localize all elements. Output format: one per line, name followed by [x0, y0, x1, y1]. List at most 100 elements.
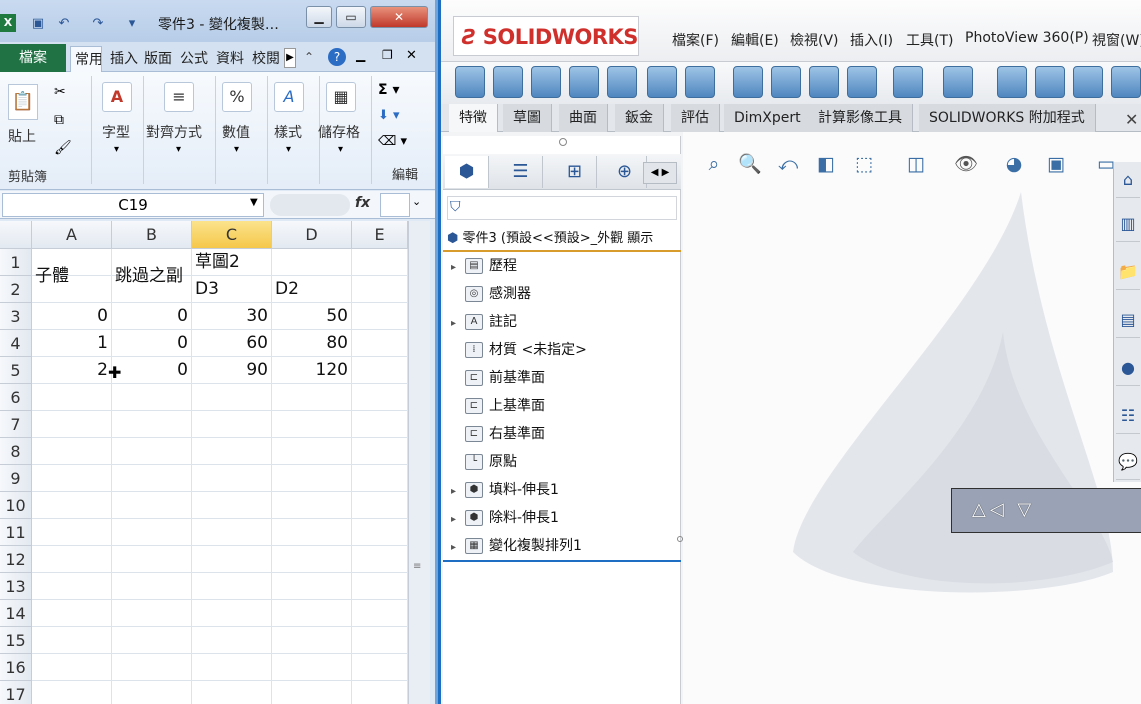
view-palette-icon[interactable]: ▤ [1116, 302, 1140, 338]
tab-scroll-icon[interactable]: ◀ ▶ [643, 162, 677, 184]
configuration-manager-tab-icon[interactable]: ⊞ [553, 156, 597, 188]
tree-filter-input[interactable]: ⛉ [447, 196, 677, 220]
cell-a5[interactable]: 2 [32, 357, 112, 384]
grid-cell[interactable] [352, 276, 408, 303]
rollback-bar[interactable] [443, 560, 681, 562]
hole-wizard-icon[interactable] [685, 66, 715, 98]
close-button[interactable]: ✕ [370, 6, 428, 28]
grid-cell[interactable] [112, 519, 192, 546]
grid-cell[interactable] [192, 438, 272, 465]
tree-item[interactable]: └ 原點 [451, 448, 679, 476]
grid-cell[interactable] [352, 627, 408, 654]
grid-cell[interactable] [32, 465, 112, 492]
fill-icon[interactable]: ⬇ ▾ [378, 108, 400, 123]
zoom-to-fit-icon[interactable]: ⌕ [701, 150, 727, 178]
chevron-down-icon[interactable]: ▾ [114, 144, 119, 155]
formula-expand-icon[interactable]: ⌄ [412, 195, 421, 208]
grid-cell[interactable] [272, 546, 352, 573]
grid-cell[interactable] [272, 249, 352, 276]
grid-cell[interactable] [352, 465, 408, 492]
chevron-down-icon[interactable]: ▾ [234, 144, 239, 155]
apply-scene-icon[interactable]: ▣ [1043, 150, 1069, 178]
view-orientation-icon[interactable]: ⬚ [851, 150, 877, 178]
grid-cell[interactable] [112, 384, 192, 411]
previous-view-icon[interactable]: ⤺ [775, 150, 801, 178]
row-header-10[interactable]: 10 [0, 492, 32, 519]
maximize-button[interactable]: ▭ [336, 6, 366, 28]
grid-cell[interactable] [352, 330, 408, 357]
tab-calc-image-tools[interactable]: 計算影像工具 [808, 104, 913, 132]
draft-icon[interactable] [1035, 66, 1065, 98]
grid-cell[interactable] [192, 411, 272, 438]
alignment-label[interactable]: 對齊方式 [146, 122, 202, 142]
font-color-icon[interactable]: A [102, 82, 132, 112]
grid-cell[interactable] [352, 546, 408, 573]
grid-cell[interactable] [112, 600, 192, 627]
grid-cell[interactable] [112, 654, 192, 681]
select-all-corner[interactable] [0, 221, 32, 249]
grid-cell[interactable] [272, 411, 352, 438]
row-header-14[interactable]: 14 [0, 600, 32, 627]
row-header-1[interactable]: 1 [0, 249, 32, 276]
grid-cell[interactable] [32, 411, 112, 438]
doc-restore-icon[interactable]: ❐ [382, 48, 393, 62]
cell-d2[interactable]: D2 [272, 276, 352, 303]
tab-file[interactable]: 檔案 [0, 44, 66, 72]
grid-cell[interactable] [32, 600, 112, 627]
row-header-8[interactable]: 8 [0, 438, 32, 465]
grid-cell[interactable] [272, 654, 352, 681]
linear-pattern-icon[interactable] [943, 66, 973, 98]
cell-b1[interactable]: 跳過之副 [112, 249, 192, 303]
grid-cell[interactable] [192, 627, 272, 654]
grid-cell[interactable] [112, 546, 192, 573]
column-header-a[interactable]: A [32, 221, 112, 249]
rib-icon[interactable] [997, 66, 1027, 98]
feature-tree-tab-icon[interactable]: ⬢ [445, 156, 489, 188]
tab-surfaces[interactable]: 曲面 [559, 104, 608, 132]
column-header-c[interactable]: C [192, 221, 272, 249]
cell-b3[interactable]: 0 [112, 303, 192, 330]
tree-item[interactable]: ⊏ 上基準面 [451, 392, 679, 420]
edit-appearance-icon[interactable]: ◕ [1001, 150, 1027, 178]
grid-cell[interactable] [32, 627, 112, 654]
tab-evaluate[interactable]: 評估 [671, 104, 720, 132]
grid-cell[interactable] [32, 384, 112, 411]
row-header-15[interactable]: 15 [0, 627, 32, 654]
graphics-area[interactable]: ⌕ 🔍 ⤺ ◧ ⬚ ◫ 👁 ◕ ▣ ▭ △◁ ▽ [683, 132, 1141, 704]
grid-cell[interactable] [32, 546, 112, 573]
tree-item[interactable]: ▸ ▦ 變化複製排列1 [451, 532, 679, 560]
grid-cell[interactable] [272, 627, 352, 654]
name-box-dropdown-icon[interactable]: ▼ [250, 197, 258, 208]
insert-function-icon[interactable]: fx [355, 195, 370, 211]
cell-b5[interactable]: 0 [112, 357, 192, 384]
cell-c1[interactable]: 草圖2 [192, 249, 272, 276]
grid-cell[interactable] [352, 573, 408, 600]
grid-cell[interactable] [272, 384, 352, 411]
cell-c3[interactable]: 30 [192, 303, 272, 330]
revolved-cut-icon[interactable] [733, 66, 763, 98]
grid-cell[interactable] [352, 303, 408, 330]
undo-icon[interactable]: ↶ [56, 16, 72, 32]
wrap-icon[interactable] [1111, 66, 1141, 98]
tree-item[interactable]: ▸ ⬢ 除料-伸長1 [451, 504, 679, 532]
cut-icon[interactable]: ✂ [54, 84, 66, 100]
grid-cell[interactable] [272, 573, 352, 600]
forum-icon[interactable]: 💬 [1116, 444, 1140, 480]
menu-view[interactable]: 檢視(V) [790, 30, 839, 50]
format-painter-icon[interactable]: 🖌 [54, 140, 72, 156]
home-icon[interactable]: ⌂ [1116, 162, 1140, 198]
column-header-e[interactable]: E [352, 221, 408, 249]
chevron-down-icon[interactable]: ▾ [176, 144, 181, 155]
row-header-11[interactable]: 11 [0, 519, 32, 546]
vertical-scrollbar[interactable]: ≡ [408, 221, 430, 704]
grid-cell[interactable] [352, 519, 408, 546]
tab-sketch[interactable]: 草圖 [503, 104, 552, 132]
tab-insert[interactable]: 插入 [106, 46, 138, 72]
qat-dropdown-icon[interactable]: ▾ [124, 16, 140, 32]
row-header-12[interactable]: 12 [0, 546, 32, 573]
number-label[interactable]: 數值 [222, 122, 250, 142]
grid-cell[interactable] [192, 384, 272, 411]
grid-cell[interactable] [112, 438, 192, 465]
grid-cell[interactable] [352, 249, 408, 276]
menu-insert[interactable]: 插入(I) [850, 30, 893, 50]
